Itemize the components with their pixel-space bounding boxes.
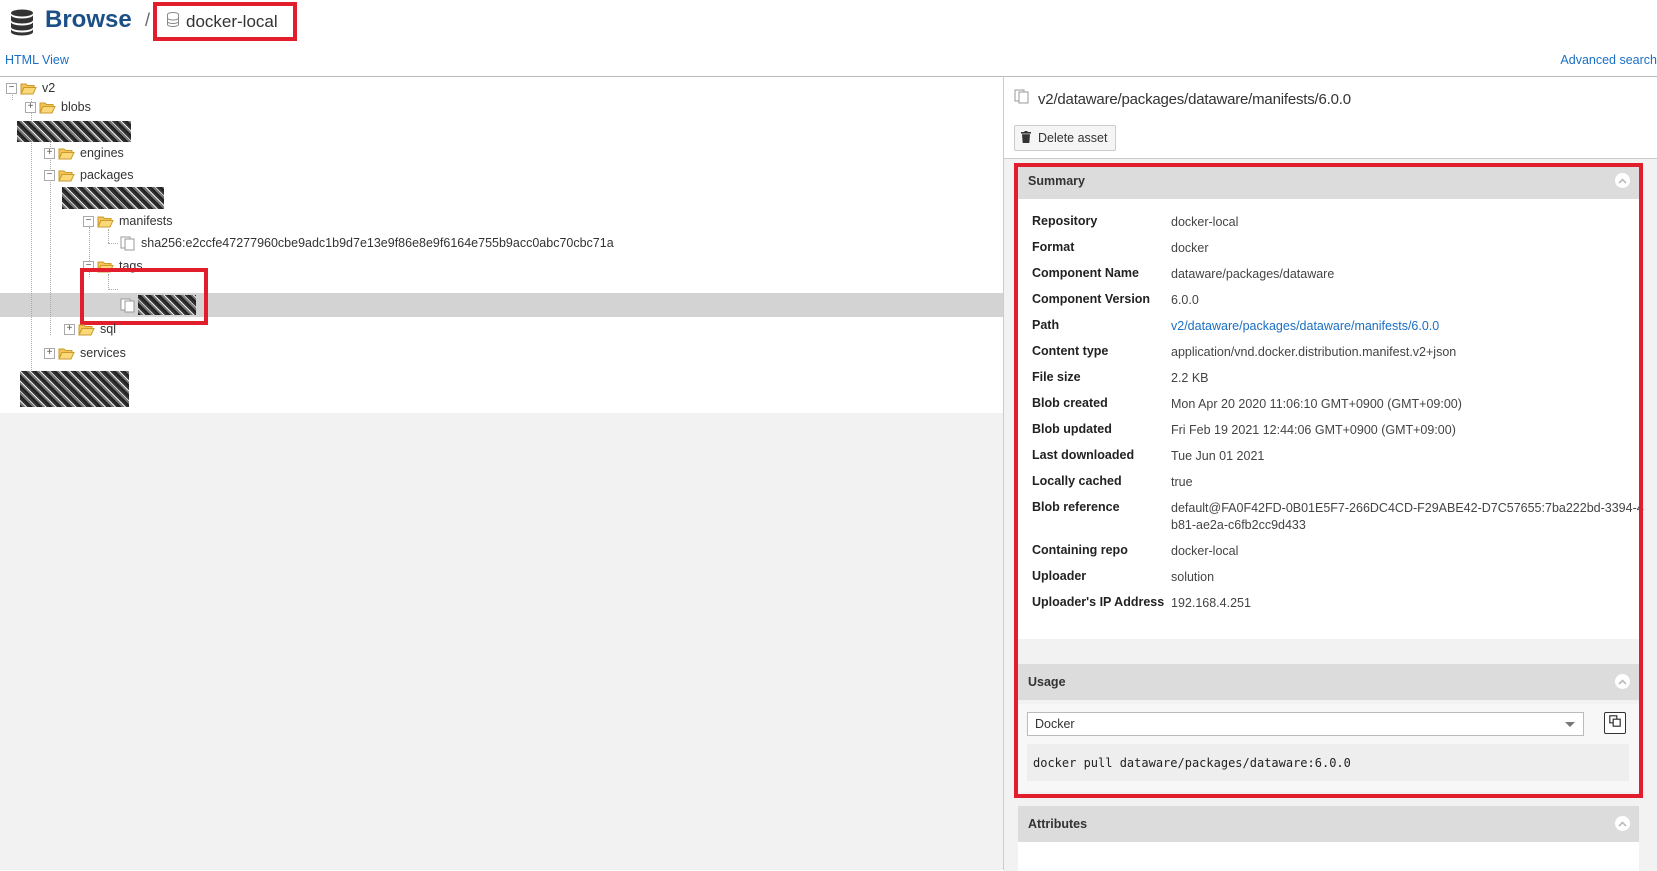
tree-label: sql xyxy=(100,322,116,336)
tree-label: manifests xyxy=(119,214,173,228)
tree-node-manifest-file[interactable]: sha256:e2ccfe47277960cbe9adc1b9d7e13e9f8… xyxy=(120,232,614,254)
tree-node-services[interactable]: + services xyxy=(44,342,126,364)
page-title[interactable]: Browse xyxy=(45,6,132,34)
tree-node-engines[interactable]: + engines xyxy=(44,142,124,164)
redacted-tree-node[interactable] xyxy=(62,187,164,209)
folder-open-icon xyxy=(97,215,114,228)
chevron-up-icon[interactable] xyxy=(1615,816,1630,831)
tree-node-packages[interactable]: − packages xyxy=(44,164,134,186)
delete-asset-button[interactable]: Delete asset xyxy=(1014,125,1117,151)
expand-icon[interactable]: + xyxy=(25,101,36,113)
tree-label: engines xyxy=(80,146,124,160)
folder-icon xyxy=(78,323,95,336)
tags-highlight-box xyxy=(80,268,208,325)
tree-node-blobs[interactable]: + blobs xyxy=(25,96,91,118)
expand-icon[interactable]: + xyxy=(64,323,75,335)
folder-open-icon xyxy=(20,82,37,95)
asset-detail-panel: v2/dataware/packages/dataware/manifests/… xyxy=(1003,77,1657,871)
folder-icon xyxy=(39,101,56,114)
advanced-search-link[interactable]: Advanced search xyxy=(1560,53,1657,67)
tree-node-sql[interactable]: + sql xyxy=(64,318,116,340)
asset-header: v2/dataware/packages/dataware/manifests/… xyxy=(1014,89,1351,109)
attributes-title: Attributes xyxy=(1028,817,1088,831)
delete-asset-label: Delete asset xyxy=(1038,131,1108,145)
html-view-link[interactable]: HTML View xyxy=(5,53,69,67)
folder-open-icon xyxy=(58,169,75,182)
breadcrumb-repository[interactable]: docker-local xyxy=(153,2,297,41)
attributes-section-header[interactable]: Attributes xyxy=(1018,806,1639,842)
database-icon xyxy=(10,9,34,41)
expand-icon[interactable]: + xyxy=(44,147,55,159)
file-icon xyxy=(1014,89,1030,109)
tree-label: packages xyxy=(80,168,134,182)
repository-icon xyxy=(167,11,179,32)
asset-path: v2/dataware/packages/dataware/manifests/… xyxy=(1038,90,1351,108)
tree-label: sha256:e2ccfe47277960cbe9adc1b9d7e13e9f8… xyxy=(141,236,614,250)
breadcrumb-repository-label: docker-local xyxy=(186,11,278,31)
collapse-icon[interactable]: − xyxy=(6,82,17,94)
redacted-tree-node[interactable] xyxy=(20,371,129,407)
redacted-tree-node[interactable] xyxy=(17,121,131,142)
breadcrumb-separator: / xyxy=(145,10,151,30)
tree-label: v2 xyxy=(42,81,56,95)
collapse-icon[interactable]: − xyxy=(83,215,94,227)
tree-panel: − v2 + blobs + engines − packages − mani… xyxy=(0,77,1003,870)
summary-usage-highlight-box xyxy=(1014,163,1643,798)
page-header: Browse / docker-local HTML View Advanced… xyxy=(0,0,1657,67)
asset-detail-scroll[interactable]: Summary Repository docker-local Format doc… xyxy=(1004,158,1657,871)
folder-icon xyxy=(58,147,75,160)
file-icon xyxy=(120,236,136,251)
tree-view[interactable]: − v2 + blobs + engines − packages − mani… xyxy=(0,77,1003,413)
tree-node-manifests[interactable]: − manifests xyxy=(83,210,173,232)
folder-icon xyxy=(58,347,75,360)
collapse-icon[interactable]: − xyxy=(44,169,55,181)
attributes-body xyxy=(1018,842,1639,871)
tree-label: blobs xyxy=(61,100,91,114)
trash-icon xyxy=(1021,130,1031,146)
tree-label: services xyxy=(80,346,126,360)
expand-icon[interactable]: + xyxy=(44,347,55,359)
